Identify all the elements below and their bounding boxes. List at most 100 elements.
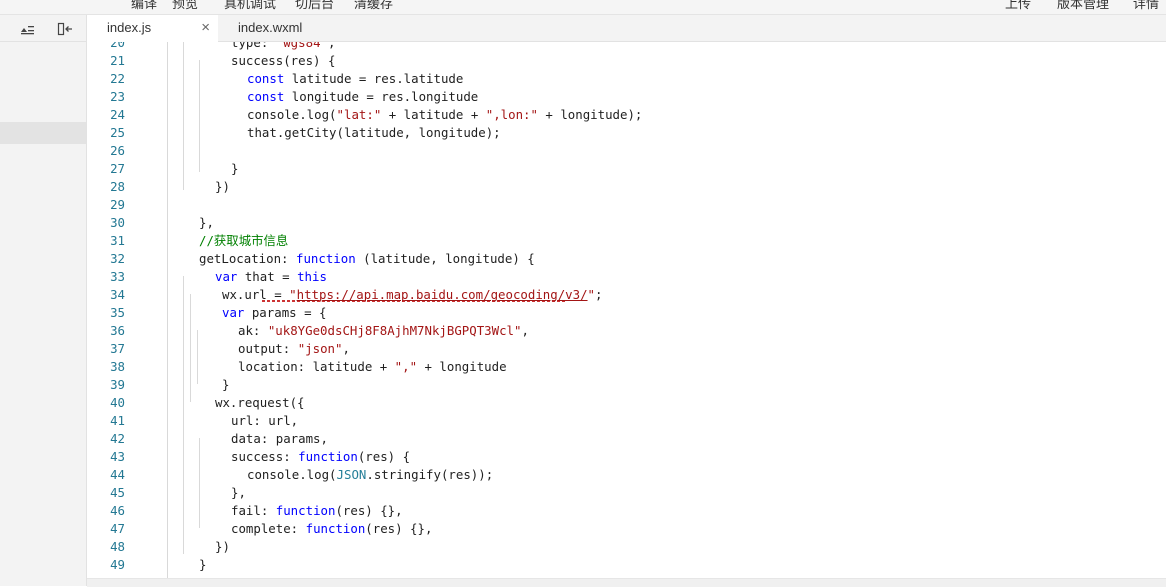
code-line[interactable]: 28}) (87, 178, 1166, 196)
code-text: fail: function(res) {}, (231, 502, 403, 520)
code-text: console.log(JSON.stringify(res)); (247, 466, 493, 484)
code-token: (latitude, longitude) { (355, 251, 535, 266)
code-token: that = (237, 269, 298, 284)
code-token: JSON (336, 467, 367, 482)
line-number: 37 (110, 341, 125, 356)
line-number: 40 (110, 395, 125, 410)
code-line[interactable]: 44 console.log(JSON.stringify(res)); (87, 466, 1166, 484)
code-line[interactable]: 32 getLocation: function (latitude, longi… (87, 250, 1166, 268)
tab-index-js[interactable]: index.js × (87, 15, 218, 42)
code-line[interactable]: 20 type: "wgs84", (87, 42, 1166, 52)
code-line[interactable]: 37 output: "json", (87, 340, 1166, 358)
code-line[interactable]: 42 data: params, (87, 430, 1166, 448)
code-token: function (295, 251, 356, 266)
toolbar-upload[interactable]: 上传 (1005, 0, 1031, 12)
code-line[interactable]: 21 success(res) { (87, 52, 1166, 70)
line-number: 21 (110, 53, 125, 68)
code-text: }) (215, 538, 230, 556)
code-line[interactable]: 29 (87, 196, 1166, 214)
code-line[interactable]: 31 //获取城市信息 (87, 232, 1166, 250)
code-text: success(res) { (231, 52, 335, 70)
line-number: 42 (110, 431, 125, 446)
code-text: that.getCity(latitude, longitude); (247, 124, 501, 142)
code-line[interactable]: 23 const longitude = res.longitude (87, 88, 1166, 106)
code-line[interactable]: 36 ak: "uk8YGe0dsCHj8F8AjhM7NkjBGPQT3Wcl"… (87, 322, 1166, 340)
code-token: }) (215, 179, 230, 194)
code-line[interactable]: 48}) (87, 538, 1166, 556)
line-number: 25 (110, 125, 125, 140)
code-token: "wgs84" (275, 42, 328, 50)
code-text: getLocation: function (latitude, longitu… (199, 250, 535, 268)
code-token: "," (394, 359, 418, 374)
tab-index-wxml[interactable]: index.wxml (218, 15, 328, 41)
sidebar-selected-row[interactable] (0, 122, 86, 144)
line-number: 34 (110, 287, 125, 302)
sidebar (0, 15, 87, 586)
code-token: success: (231, 449, 299, 464)
code-token: this (297, 269, 327, 284)
code-token: "uk8YGe0dsCHj8F8AjhM7NkjBGPQT3Wcl" (267, 323, 522, 338)
line-number: 28 (110, 179, 125, 194)
code-line[interactable]: 46 fail: function(res) {}, (87, 502, 1166, 520)
code-token: https://api.map.baidu.com/geocoding/v3/ (296, 287, 588, 302)
outline-toggle-icon[interactable] (18, 21, 38, 37)
code-token: wx.request({ (215, 395, 305, 410)
code-token: var (222, 305, 245, 320)
code-line[interactable]: 47 complete: function(res) {}, (87, 520, 1166, 538)
code-token: , (521, 323, 529, 338)
code-text: wx.url = "https://api.map.baidu.com/geoc… (222, 286, 602, 304)
toolbar-real-device-debug[interactable]: 真机调试 (224, 0, 276, 12)
tab-bar: index.js × index.wxml (87, 15, 1166, 42)
toolbar-clear-cache[interactable]: 清缓存 (354, 0, 393, 12)
code-text: location: latitude + "," + longitude (238, 358, 507, 376)
close-icon[interactable]: × (201, 15, 210, 41)
code-line[interactable]: 26 (87, 142, 1166, 160)
code-token: "json" (297, 341, 343, 356)
code-line[interactable]: 34 wx.url = "https://api.map.baidu.com/ge… (87, 286, 1166, 304)
code-line[interactable]: 43 success: function(res) { (87, 448, 1166, 466)
code-token: , (327, 42, 336, 50)
toolbar-preview[interactable]: 预览 (172, 0, 198, 12)
code-line[interactable]: 45}, (87, 484, 1166, 502)
code-line[interactable]: 40 wx.request({ (87, 394, 1166, 412)
code-token: } (199, 557, 207, 572)
code-token: "lat:" (336, 107, 382, 122)
code-token: (res) {}, (365, 521, 433, 536)
code-line[interactable]: 33 var that = this (87, 268, 1166, 286)
toolbar-version-management[interactable]: 版本管理 (1057, 0, 1109, 12)
code-line[interactable]: 22 const latitude = res.latitude (87, 70, 1166, 88)
code-token: ; (595, 287, 603, 302)
toolbar-compile[interactable]: 编译 (131, 0, 157, 12)
code-token: longitude = res.longitude (284, 89, 479, 104)
code-line[interactable]: 25 that.getCity(latitude, longitude); (87, 124, 1166, 142)
code-token: " (289, 287, 297, 302)
collapse-panel-icon[interactable] (55, 21, 75, 37)
code-token: + longitude); (537, 107, 643, 122)
code-text: wx.request({ (215, 394, 305, 412)
code-token: output: (238, 341, 298, 356)
code-token: wx.url = (222, 287, 290, 302)
code-line[interactable]: 39} (87, 376, 1166, 394)
line-number: 44 (110, 467, 125, 482)
code-line[interactable]: 35 var params = { (87, 304, 1166, 322)
code-editor[interactable]: 20 type: "wgs84", 21 success(res) {22 const … (87, 42, 1166, 578)
code-text: } (231, 160, 238, 178)
toolbar-background[interactable]: 切后台 (295, 0, 334, 12)
toolbar-details[interactable]: 详情 (1133, 0, 1159, 12)
code-text: success: function(res) { (231, 448, 410, 466)
code-text: console.log("lat:" + latitude + ",lon:" … (247, 106, 642, 124)
code-token: //获取城市信息 (199, 233, 289, 248)
code-token: fail: (231, 503, 276, 518)
line-number: 38 (110, 359, 125, 374)
code-line[interactable]: 24 console.log("lat:" + latitude + ",lon:… (87, 106, 1166, 124)
line-number: 45 (110, 485, 125, 500)
code-token: complete: (231, 521, 306, 536)
code-line[interactable]: 30}, (87, 214, 1166, 232)
code-token: " (587, 287, 596, 302)
tab-label: index.wxml (238, 20, 303, 35)
code-line[interactable]: 49} (87, 556, 1166, 574)
code-line[interactable]: 38 location: latitude + "," + longitude (87, 358, 1166, 376)
code-line[interactable]: 41 url: url, (87, 412, 1166, 430)
code-token: }, (231, 485, 246, 500)
code-line[interactable]: 27} (87, 160, 1166, 178)
